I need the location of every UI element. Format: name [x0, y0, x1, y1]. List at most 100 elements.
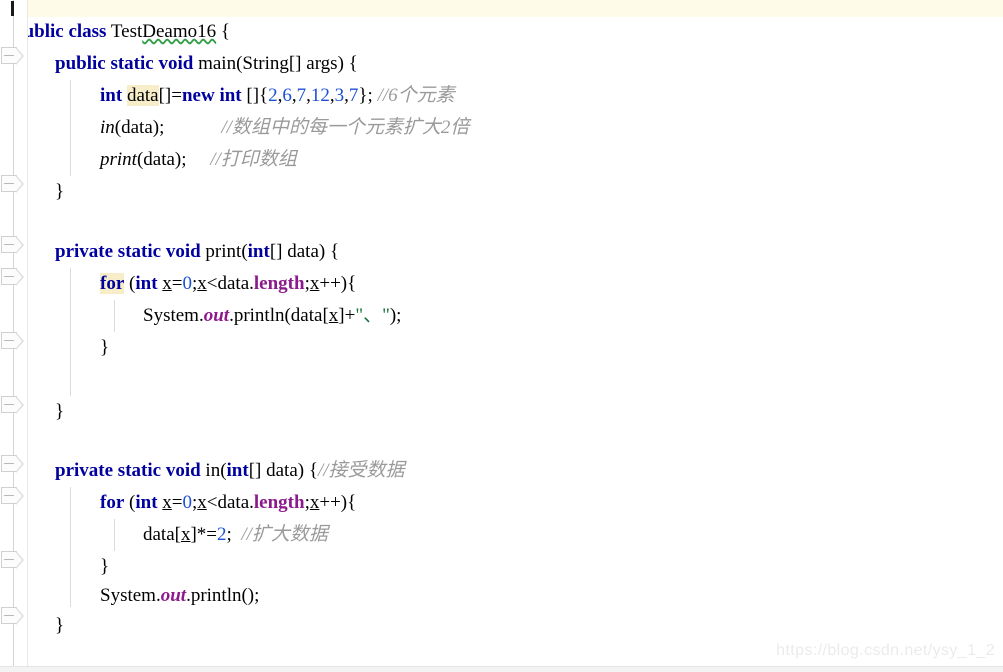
code-line-17[interactable]: data[x]*=2; //扩大数据	[143, 519, 1003, 551]
code-line-5[interactable]: print(data); //打印数组	[100, 144, 1003, 176]
code-line-19[interactable]: System.out.println();	[100, 580, 1003, 612]
token-keyword-static: static	[117, 241, 162, 262]
token-number-3: 7	[296, 85, 307, 106]
fold-marker-in-end[interactable]	[1, 607, 25, 627]
token-number-4: 12	[310, 85, 330, 106]
token-println-empty: .println();	[186, 585, 260, 606]
token-number-zero: 0	[182, 492, 193, 513]
token-brace-close-in: }	[55, 615, 65, 636]
token-keyword-int: int	[226, 460, 249, 481]
fold-dash-icon	[4, 615, 14, 616]
indent-guide-4	[70, 487, 71, 607]
code-line-18[interactable]: }	[100, 551, 1003, 583]
code-line-9[interactable]: for (int x=0;x<data.length;x++){	[100, 268, 1003, 300]
editor-bottom-edge	[0, 666, 1003, 672]
token-number-5: 3	[334, 85, 345, 106]
token-var-x-index: x	[328, 305, 339, 326]
fold-arrow-inner-icon	[16, 457, 22, 471]
token-keyword-private: private	[55, 460, 114, 481]
token-call-in: in	[100, 117, 115, 138]
code-line-3[interactable]: int data[]=new int []{2,6,7,12,3,7}; //6…	[100, 80, 1003, 112]
code-line-11[interactable]: }	[100, 332, 1003, 364]
token-keyword-for-highlighted: for	[100, 273, 125, 294]
token-keyword-int: int	[135, 273, 158, 294]
fold-marker-in[interactable]	[1, 455, 25, 475]
fold-marker-class[interactable]	[1, 47, 25, 67]
token-field-out: out	[203, 305, 230, 326]
code-line-15[interactable]: private static void in(int[] data) {//接受…	[55, 455, 1003, 487]
fold-arrow-inner-icon	[16, 270, 22, 284]
fold-marker-print-end[interactable]	[1, 396, 25, 416]
token-concat: ]+	[338, 305, 356, 326]
token-assign: =	[171, 273, 183, 294]
token-keyword-void: void	[165, 241, 201, 262]
token-field-length: length	[253, 273, 305, 294]
fold-dash-icon	[4, 244, 14, 245]
token-number-two: 2	[217, 524, 227, 545]
token-keyword-int: int	[135, 492, 158, 513]
fold-dash-icon	[4, 276, 14, 277]
text-caret	[11, 1, 14, 16]
fold-marker-print[interactable]	[1, 236, 25, 256]
code-line-16[interactable]: for (int x=0;x<data.length;x++){	[100, 487, 1003, 519]
token-in-signature: [] data) {	[248, 460, 318, 481]
token-array-close: };	[358, 85, 373, 106]
fold-marker-in-for-end[interactable]	[1, 551, 25, 571]
code-line-6[interactable]: }	[55, 176, 1003, 208]
fold-arrow-inner-icon	[16, 238, 22, 252]
fold-dash-icon	[4, 55, 14, 56]
token-for-open: (	[124, 273, 136, 294]
indent-guide-3	[114, 300, 115, 332]
code-line-2[interactable]: public static void main(String[] args) {	[55, 48, 1003, 80]
comment-receive-data: //接受数据	[317, 460, 405, 481]
token-println-call: .println(data[	[229, 305, 329, 326]
token-var-x-incr: x	[309, 492, 320, 513]
token-var-x-init: x	[162, 273, 172, 294]
token-keyword-int: int	[247, 241, 270, 262]
code-line-10[interactable]: System.out.println(data[x]+"、");	[143, 300, 1003, 332]
indent-guide-5	[114, 519, 115, 551]
token-var-x-incr: x	[309, 273, 320, 294]
fold-marker-main-end[interactable]	[1, 175, 25, 195]
token-for-tail: ++){	[319, 273, 357, 294]
fold-marker-print-for-end[interactable]	[1, 332, 25, 352]
comment-six-elements: //6个元素	[377, 85, 455, 106]
code-line-4[interactable]: in(data); //数组中的每一个元素扩大2倍	[100, 112, 1003, 144]
fold-arrow-inner-icon	[16, 398, 22, 412]
comment-expand-data: //扩大数据	[241, 524, 328, 545]
code-editor[interactable]: public class TestDeamo16 { public static…	[0, 0, 1003, 672]
fold-dash-icon	[4, 463, 14, 464]
token-brace-close-print: }	[55, 401, 65, 422]
comment-double-each-element: //数组中的每一个元素扩大2倍	[221, 117, 470, 138]
fold-arrow-inner-icon	[16, 489, 22, 503]
token-method-main: main	[198, 53, 237, 74]
token-string-separator: "、"	[355, 305, 390, 326]
token-brace-close-for: }	[100, 556, 110, 577]
token-array-open: []{	[241, 85, 269, 106]
token-variable-data-highlighted: data	[126, 85, 159, 106]
code-content[interactable]: public class TestDeamo16 { public static…	[13, 0, 1003, 672]
code-line-8[interactable]: private static void print(int[] data) {	[55, 236, 1003, 268]
token-brace-open: {	[220, 21, 231, 42]
indent-guide-1	[70, 80, 71, 176]
token-call-print: print	[100, 149, 137, 170]
token-keyword-class: class	[68, 21, 107, 42]
fold-arrow-inner-icon	[16, 49, 22, 63]
token-number-1: 2	[268, 85, 278, 106]
fold-dash-icon	[4, 559, 14, 560]
code-folding-gutter[interactable]	[0, 0, 28, 672]
token-field-length: length	[253, 492, 305, 513]
token-keyword-void: void	[165, 460, 201, 481]
fold-arrow-inner-icon	[16, 553, 22, 567]
code-line-1[interactable]: public class TestDeamo16 {	[13, 16, 988, 48]
code-line-13[interactable]: }	[55, 396, 1003, 428]
fold-arrow-inner-icon	[16, 177, 22, 191]
token-var-x-init: x	[162, 492, 172, 513]
token-for-tail: ++){	[319, 492, 357, 513]
fold-marker-in-for[interactable]	[1, 487, 25, 507]
token-print-signature: [] data) {	[269, 241, 340, 262]
token-mult-assign: ]*=	[190, 524, 218, 545]
token-call-print-args: (data);	[136, 149, 187, 170]
fold-marker-print-for[interactable]	[1, 268, 25, 288]
token-call-in-args: (data);	[114, 117, 165, 138]
